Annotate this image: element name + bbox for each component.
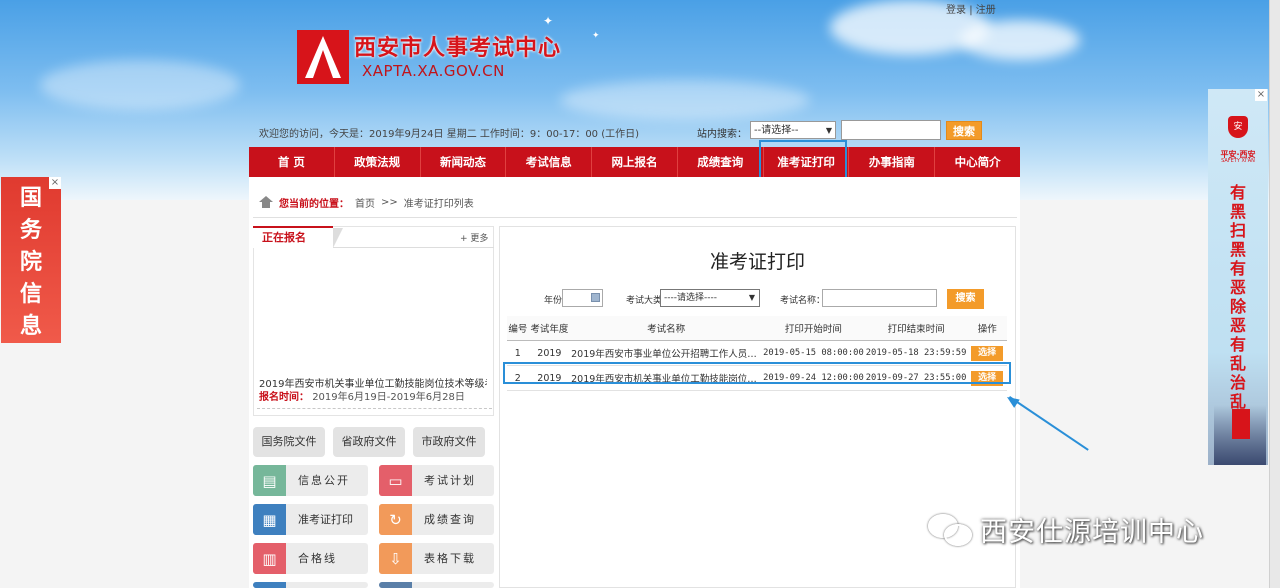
nav-item-score-query[interactable]: 成绩查询 (678, 147, 764, 177)
welcome-text: 欢迎您的访问，今天是：2019年9月24日 星期二 工作时间：9：00-17：0… (259, 129, 640, 140)
calendar-icon[interactable] (591, 293, 600, 302)
state-council-docs-button[interactable]: 国务院文件 (253, 427, 325, 457)
breadcrumb: 您当前的位置： 首页 >> 准考证打印列表 (259, 195, 474, 210)
tile-exam-plan[interactable]: ▭ 考试计划 (379, 465, 494, 496)
breadcrumb-current: 准考证打印列表 (403, 199, 474, 210)
divider (253, 217, 1017, 218)
bird-icon: ✦ (543, 14, 554, 28)
register-link[interactable]: 注册 (976, 5, 996, 16)
search-button[interactable]: 搜索 (947, 289, 984, 309)
column-header: 考试名称 (570, 316, 763, 341)
left-floating-banner[interactable]: 国务院信息 (1, 177, 61, 343)
tile-info-disclosure[interactable]: ▤ 信息公开 (253, 465, 368, 496)
tile-partial[interactable] (253, 582, 368, 588)
site-search-button[interactable]: 搜索 (946, 121, 982, 140)
exam-name-input[interactable] (822, 289, 937, 307)
breadcrumb-home[interactable]: 首页 (355, 195, 375, 210)
tile-form-download[interactable]: ⇩ 表格下载 (379, 543, 494, 574)
nav-item-online-register[interactable]: 网上报名 (592, 147, 678, 177)
police-emblem-icon: 安 (1228, 116, 1248, 138)
home-icon (259, 196, 273, 209)
scrollbar[interactable] (1269, 0, 1280, 588)
tile-partial[interactable] (379, 582, 494, 588)
site-logo-domain: XAPTA.XA.GOV.CN (362, 62, 505, 80)
download-icon: ⇩ (379, 543, 412, 574)
select-button[interactable]: 选择 (971, 345, 1004, 361)
nav-item-guide[interactable]: 办事指南 (849, 147, 936, 177)
nav-item-admission-ticket[interactable]: 准考证打印 (764, 147, 850, 177)
admission-ticket-table: 编号 考试年度 考试名称 打印开始时间 打印结束时间 操作 1 2019 201… (507, 316, 1007, 391)
column-header: 考试年度 (528, 316, 571, 341)
chevron-down-icon: ▼ (825, 126, 832, 135)
close-icon[interactable]: × (1255, 89, 1267, 101)
left-banner-text: 国务院信息 (19, 186, 42, 339)
document-icon: ▤ (253, 465, 286, 496)
registration-tab[interactable]: 正在报名 (253, 226, 343, 248)
partial-icon (379, 582, 412, 588)
nav-item-home[interactable]: 首 页 (249, 147, 335, 177)
wechat-icon (926, 512, 974, 548)
more-link[interactable]: + 更多 (460, 231, 488, 244)
nav-item-exam-info[interactable]: 考试信息 (506, 147, 593, 177)
registration-item-time: 报名时间： 2019年6月19日-2019年6月28日 (259, 392, 465, 403)
provincial-docs-button[interactable]: 省政府文件 (333, 427, 405, 457)
column-header: 打印开始时间 (762, 316, 865, 341)
column-header: 操作 (967, 316, 1007, 341)
flag-icon (1232, 409, 1250, 439)
tile-pass-line[interactable]: ▥ 合格线 (253, 543, 368, 574)
logo-mark (297, 30, 349, 84)
refresh-doc-icon: ↻ (379, 504, 412, 535)
table-row: 2 2019 2019年西安市机关事业单位工勤技能岗位技… 2019-09-24… (507, 365, 1007, 391)
nav-item-policy[interactable]: 政策法规 (335, 147, 421, 177)
page-title: 准考证打印 (709, 251, 805, 273)
municipal-docs-button[interactable]: 市政府文件 (413, 427, 485, 457)
bird-icon: ✦ (592, 31, 600, 41)
top-links: 登录 | 注册 (946, 5, 996, 16)
close-icon[interactable]: × (49, 177, 61, 189)
site-search-input[interactable] (841, 120, 941, 140)
main-nav: 首 页 政策法规 新闻动态 考试信息 网上报名 成绩查询 准考证打印 办事指南 … (249, 147, 1020, 177)
chart-doc-icon: ▥ (253, 543, 286, 574)
category-select[interactable]: ----请选择---- ▼ (660, 289, 760, 307)
year-label: 年份 (544, 296, 563, 306)
nav-item-news[interactable]: 新闻动态 (421, 147, 507, 177)
watermark: 西安仕源培训中心 (926, 510, 1204, 549)
column-header: 打印结束时间 (864, 316, 968, 341)
table-row: 1 2019 2019年西安市事业单位公开招聘工作人员考试 2019-05-15… (507, 340, 1007, 366)
category-label: 考试大类 (626, 296, 663, 306)
chevron-down-icon: ▼ (748, 293, 755, 302)
monitor-icon: ▭ (379, 465, 412, 496)
site-search-label: 站内搜索： (697, 129, 747, 140)
divider (257, 408, 492, 409)
exam-name-label: 考试名称： (780, 296, 826, 306)
table-header: 编号 考试年度 考试名称 打印开始时间 打印结束时间 操作 (507, 316, 1007, 341)
tile-admission-ticket[interactable]: ▦ 准考证打印 (253, 504, 368, 535)
site-logo-title: 西安市人事考试中心 (354, 36, 562, 61)
partial-icon (253, 582, 286, 588)
right-banner-figure (1214, 405, 1266, 465)
tile-score-query[interactable]: ↻ 成绩查询 (379, 504, 494, 535)
right-banner-slogan: 有黑扫黑有恶除恶有乱治乱 (1229, 183, 1246, 411)
right-banner-subtitle-en: SAFETY XI'AN (1221, 158, 1255, 164)
select-button[interactable]: 选择 (971, 370, 1004, 386)
column-header: 编号 (507, 316, 529, 341)
nav-item-about[interactable]: 中心简介 (935, 147, 1020, 177)
login-link[interactable]: 登录 (946, 5, 966, 16)
site-search-select[interactable]: --请选择-- ▼ (750, 121, 836, 139)
newspaper-icon: ▦ (253, 504, 286, 535)
